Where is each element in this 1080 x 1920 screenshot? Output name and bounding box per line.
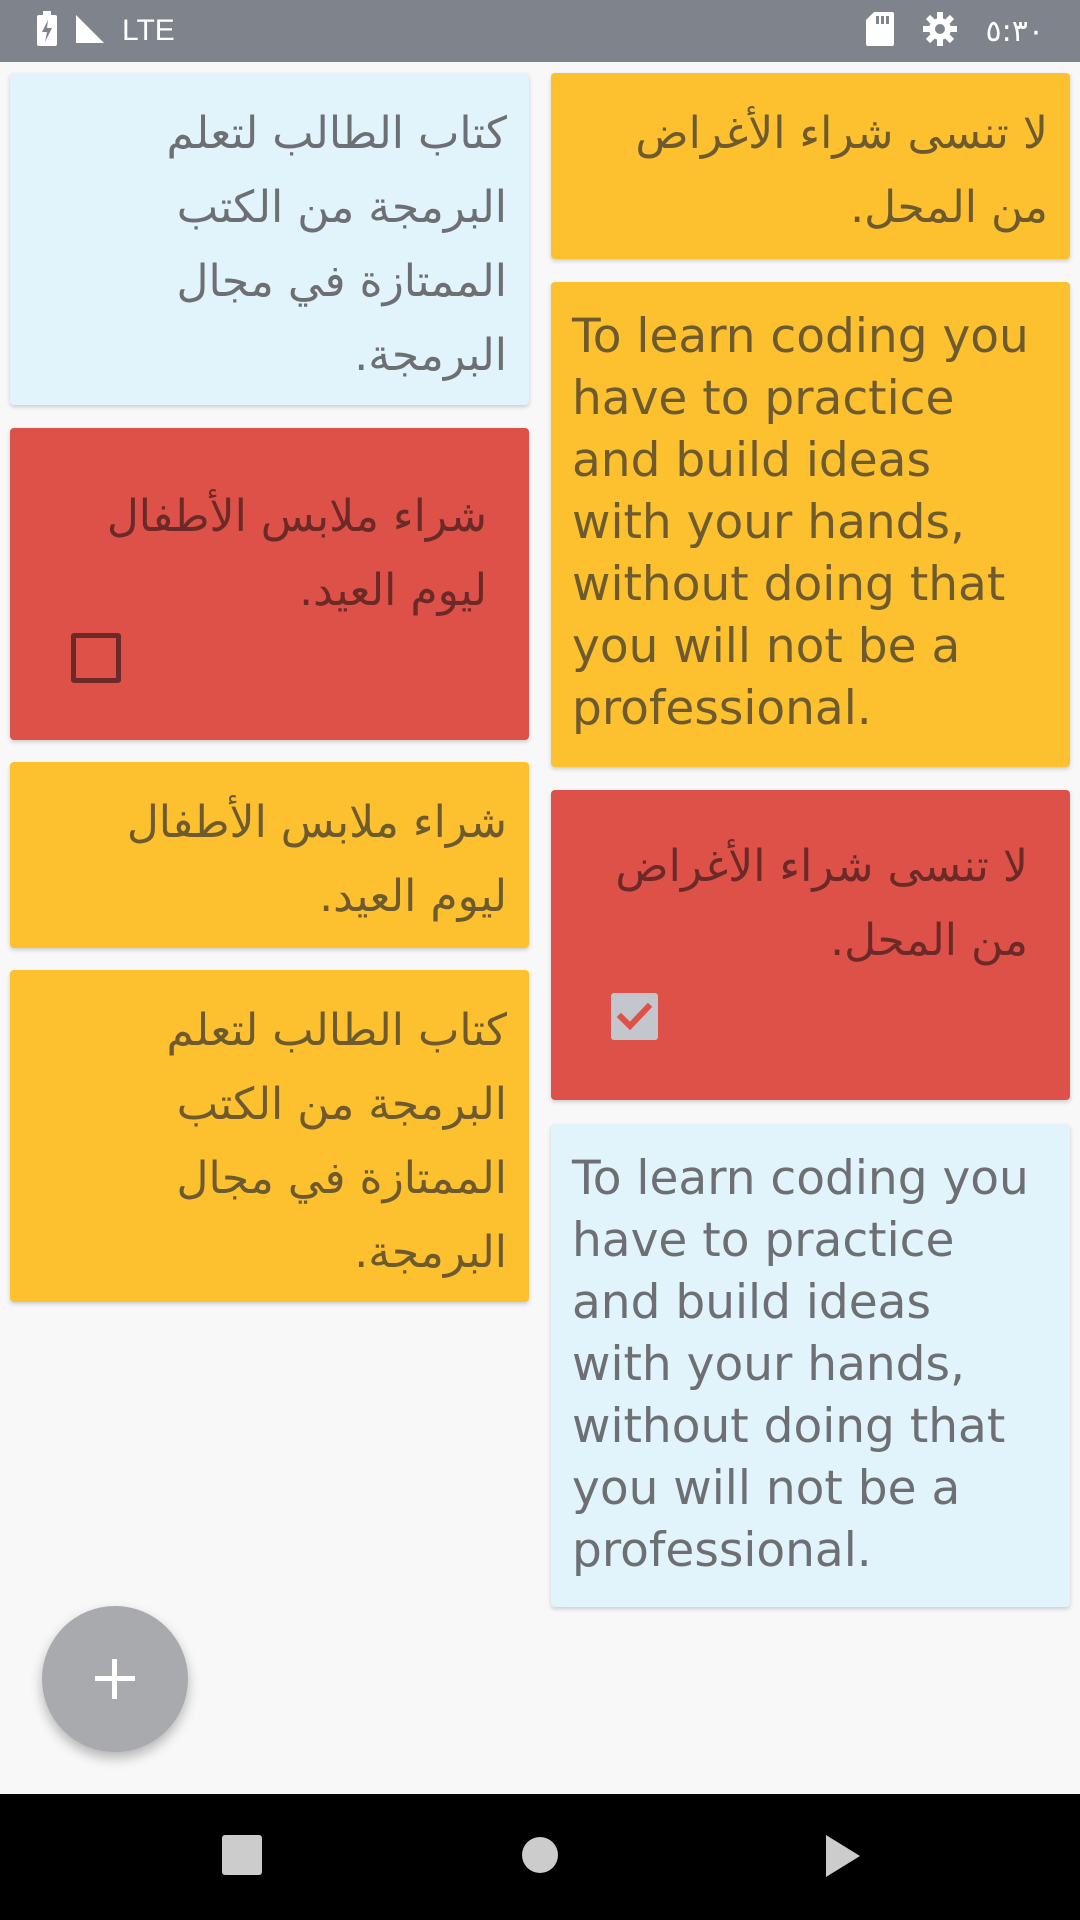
back-icon[interactable] <box>824 1833 862 1879</box>
add-note-button[interactable] <box>42 1606 188 1752</box>
note-text: لا تنسى شراء الأغراض من المحل. <box>635 108 1048 233</box>
note-text: شراء ملابس الأطفال ليوم العيد. <box>126 797 507 922</box>
navigation-bar <box>0 1794 1080 1920</box>
sd-card-icon <box>865 12 894 50</box>
status-clock: ٥:٣٠ <box>985 13 1044 49</box>
status-left: LTE <box>36 10 175 52</box>
status-bar: LTE ٥:٣٠ <box>0 0 1080 62</box>
signal-icon <box>74 13 106 49</box>
home-icon[interactable] <box>521 1836 559 1874</box>
note-card[interactable]: شراء ملابس الأطفال ليوم العيد. <box>10 762 529 948</box>
task-checkbox-unchecked[interactable] <box>71 633 121 683</box>
note-text: To learn coding you have to practice and… <box>572 309 1029 736</box>
note-card-checklist[interactable]: لا تنسى شراء الأغراض من المحل. <box>551 790 1070 1100</box>
recent-apps-icon[interactable] <box>221 1834 263 1876</box>
note-text: كتاب الطالب لتعلم البرمجة من الكتب الممت… <box>166 1005 507 1278</box>
note-text: شراء ملابس الأطفال ليوم العيد. <box>106 491 487 616</box>
task-checkbox-checked[interactable] <box>611 993 658 1040</box>
battery-charging-icon <box>36 11 58 51</box>
note-card[interactable]: لا تنسى شراء الأغراض من المحل. <box>551 73 1070 259</box>
note-card[interactable]: كتاب الطالب لتعلم البرمجة من الكتب الممت… <box>10 73 529 405</box>
note-text: كتاب الطالب لتعلم البرمجة من الكتب الممت… <box>166 108 507 381</box>
plus-icon <box>95 1659 135 1699</box>
network-type: LTE <box>122 14 175 47</box>
note-card[interactable]: كتاب الطالب لتعلم البرمجة من الكتب الممت… <box>10 970 529 1302</box>
note-card-checklist[interactable]: شراء ملابس الأطفال ليوم العيد. <box>10 428 529 740</box>
note-text: To learn coding you have to practice and… <box>572 1151 1029 1578</box>
settings-icon <box>922 11 958 51</box>
note-card[interactable]: To learn coding you have to practice and… <box>551 1124 1070 1607</box>
note-card[interactable]: To learn coding you have to practice and… <box>551 282 1070 767</box>
status-right: ٥:٣٠ <box>865 10 1044 52</box>
note-text: لا تنسى شراء الأغراض من المحل. <box>615 841 1028 966</box>
check-icon <box>616 1002 653 1031</box>
